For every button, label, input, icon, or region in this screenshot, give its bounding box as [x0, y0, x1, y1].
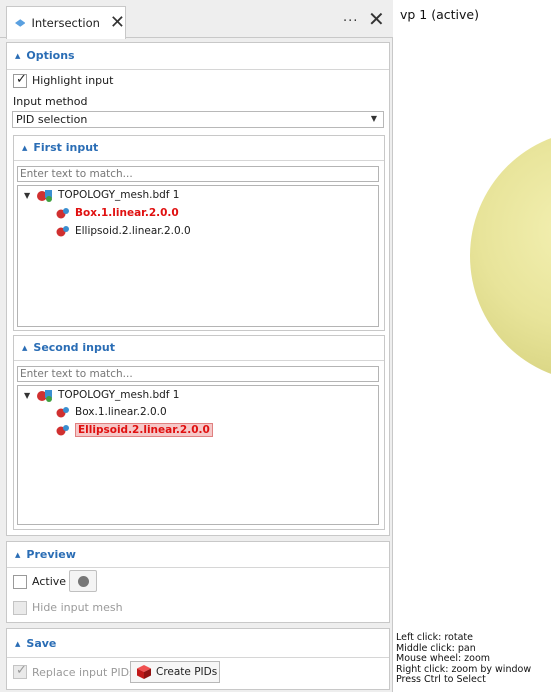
tab-intersection[interactable]: Intersection ✕ — [6, 6, 126, 39]
hide-input-mesh-label: Hide input mesh — [32, 601, 123, 614]
first-input-filter-field[interactable] — [18, 167, 378, 181]
tree-root[interactable]: ▼ TOPOLOGY_mesh.bdf 1 — [24, 188, 180, 202]
create-pids-button[interactable]: Create PIDs — [130, 661, 220, 683]
collapse-arrow-icon: ▲ — [22, 343, 28, 352]
part-icon — [56, 208, 69, 219]
tab-close-icon[interactable]: ✕ — [110, 14, 125, 32]
options-header[interactable]: ▲ Options — [15, 49, 75, 62]
input-method-value: PID selection — [16, 113, 88, 126]
tree-root[interactable]: ▼ TOPOLOGY_mesh.bdf 1 — [24, 388, 180, 402]
collapse-arrow-icon: ▲ — [22, 143, 28, 152]
first-input-filter[interactable] — [17, 166, 379, 182]
first-input-header[interactable]: ▲ First input — [22, 141, 98, 154]
cube-icon — [137, 665, 151, 679]
mesh-file-icon — [37, 190, 52, 202]
input-method-select[interactable]: PID selection ▼ — [12, 111, 384, 128]
tree-item[interactable]: Ellipsoid.2.linear.2.0.0 — [56, 423, 213, 437]
replace-input-pids-checkbox[interactable]: ✓ — [13, 663, 27, 679]
expand-arrow-icon[interactable]: ▼ — [24, 391, 36, 400]
tab-label: Intersection — [31, 16, 100, 30]
more-options-icon[interactable]: ··· — [343, 14, 358, 29]
tab-bar: Intersection ✕ ··· ✕ — [0, 0, 393, 39]
active-checkbox[interactable] — [13, 575, 27, 589]
second-input-header[interactable]: ▲ Second input — [22, 341, 115, 354]
ellipsoid-mesh[interactable] — [470, 130, 551, 382]
collapse-arrow-icon: ▲ — [15, 639, 21, 648]
highlight-input-label: Highlight input — [32, 74, 114, 87]
second-input-tree: ▼ TOPOLOGY_mesh.bdf 1 Box.1.linear.2.0.0… — [17, 385, 379, 525]
collapse-arrow-icon: ▲ — [15, 51, 21, 60]
mesh-file-icon — [37, 390, 52, 402]
second-input-filter[interactable] — [17, 366, 379, 382]
3d-viewport[interactable]: vp 1 (active) Left click: rotate Middle … — [394, 0, 551, 692]
circle-icon — [78, 576, 89, 587]
tree-item[interactable]: Box.1.linear.2.0.0 — [56, 207, 179, 219]
part-icon — [56, 226, 69, 237]
collapse-arrow-icon: ▲ — [15, 550, 21, 559]
mouse-help-text: Left click: rotate Middle click: pan Mou… — [396, 632, 532, 685]
panel-close-icon[interactable]: ✕ — [368, 9, 385, 29]
diamond-icon — [15, 19, 26, 27]
preview-header[interactable]: ▲ Preview — [15, 548, 76, 561]
hide-input-mesh-checkbox[interactable] — [13, 601, 27, 615]
input-method-label: Input method — [13, 95, 88, 108]
active-label: Active — [32, 575, 67, 588]
highlight-input-checkbox[interactable]: ✓ — [13, 72, 27, 88]
tree-item[interactable]: Ellipsoid.2.linear.2.0.0 — [56, 225, 191, 237]
preview-color-button[interactable] — [69, 570, 97, 592]
intersection-panel: Intersection ✕ ··· ✕ ▲ Options ✓ Highlig… — [0, 0, 393, 692]
first-input-tree: ▼ TOPOLOGY_mesh.bdf 1 Box.1.linear.2.0.0… — [17, 185, 379, 327]
part-icon — [56, 425, 69, 436]
expand-arrow-icon[interactable]: ▼ — [24, 191, 36, 200]
second-input-filter-field[interactable] — [18, 367, 378, 381]
part-icon — [56, 407, 69, 418]
save-header[interactable]: ▲ Save — [15, 637, 56, 650]
viewport-title: vp 1 (active) — [400, 7, 479, 22]
chevron-down-icon: ▼ — [370, 114, 377, 123]
replace-input-pids-label: Replace input PIDs — [32, 666, 135, 679]
tree-item[interactable]: Box.1.linear.2.0.0 — [56, 406, 167, 418]
